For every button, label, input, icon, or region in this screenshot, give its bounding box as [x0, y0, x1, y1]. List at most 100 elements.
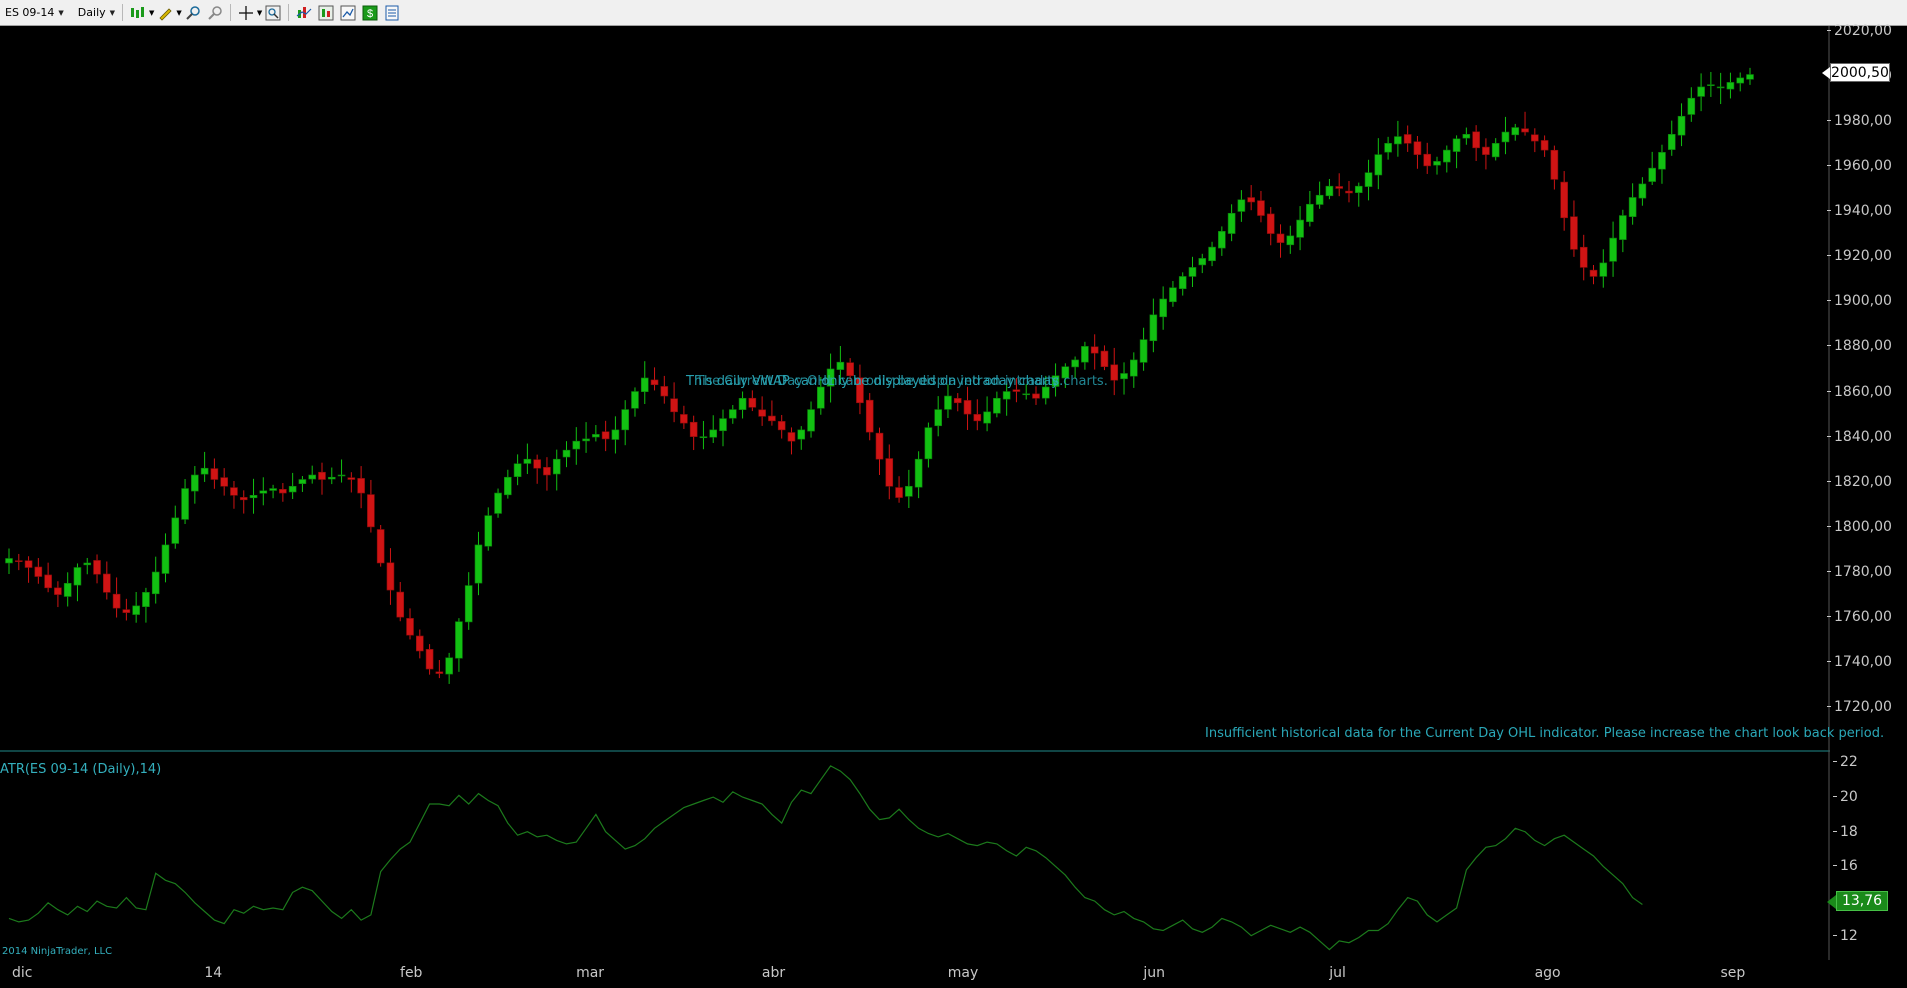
candle-up: [464, 585, 473, 623]
candle-up: [1667, 134, 1676, 150]
candle-up: [562, 449, 571, 458]
candle-down: [777, 421, 786, 431]
candle-up: [1315, 194, 1324, 205]
candle-down: [885, 458, 894, 487]
candle-up: [1491, 143, 1500, 158]
candle-down: [1482, 146, 1490, 155]
candle-down: [865, 399, 874, 433]
date-axis-tick-label: jul: [1329, 965, 1346, 981]
copyright-text: 2014 NinjaTrader, LLC: [2, 946, 113, 957]
indicator-axis-tick-label: 22: [1833, 754, 1858, 771]
candle-up: [631, 391, 639, 409]
candle-up: [259, 490, 268, 494]
price-chart-canvas[interactable]: [0, 0, 1907, 988]
candle-down: [24, 560, 33, 568]
candle-up: [1071, 359, 1079, 368]
candle-up: [552, 458, 561, 475]
candle-up: [1081, 346, 1089, 363]
candle-down: [689, 421, 698, 437]
candle-up: [699, 436, 708, 439]
candle-up: [1159, 298, 1167, 318]
candle-up: [1707, 84, 1715, 86]
candle-down: [415, 635, 424, 652]
candle-down: [601, 431, 610, 440]
price-axis-tick-label: 1840,00: [1827, 428, 1892, 445]
candle-up: [1149, 314, 1158, 342]
candle-down: [1540, 140, 1549, 151]
candle-down: [425, 649, 434, 670]
candle-up: [1354, 185, 1363, 193]
price-axis-tick-label: 1720,00: [1827, 699, 1892, 716]
candle-up: [171, 517, 180, 544]
candle-up: [1198, 258, 1207, 266]
candle-up: [1638, 183, 1647, 199]
last-price-marker: 2000,50: [1822, 63, 1890, 82]
candle-up: [1609, 237, 1617, 262]
candle-down: [34, 566, 43, 577]
candle-down: [1531, 134, 1539, 142]
price-axis-tick-label: 1780,00: [1827, 564, 1892, 580]
candle-up: [523, 458, 532, 464]
candle-down: [1589, 269, 1598, 277]
price-axis-tick-label: 1740,00: [1827, 654, 1892, 671]
price-axis-tick-label: 1980,00: [1827, 112, 1892, 129]
candle-down: [758, 409, 766, 417]
candle-up: [1619, 215, 1627, 240]
candle-up: [1442, 149, 1451, 163]
price-axis-tick-label: 1860,00: [1827, 383, 1892, 400]
candle-down: [210, 468, 219, 480]
candle-down: [895, 487, 903, 498]
candle-down: [44, 574, 52, 589]
candle-down: [386, 562, 395, 591]
candle-up: [63, 582, 72, 597]
candle-down: [1335, 186, 1344, 189]
candle-up: [1022, 393, 1031, 396]
price-axis-tick-label: 1820,00: [1827, 473, 1892, 490]
candle-down: [1579, 246, 1588, 268]
candle-up: [914, 458, 923, 488]
candle-up: [327, 476, 336, 480]
candle-down: [1403, 134, 1412, 144]
candle-down: [875, 432, 884, 460]
candle-up: [1364, 172, 1373, 187]
candle-up: [1296, 219, 1304, 238]
candle-down: [239, 497, 248, 501]
candle-up: [836, 361, 845, 370]
price-axis-tick-label: 1900,00: [1827, 293, 1892, 310]
indicator-axis-tick-label: 20: [1833, 789, 1858, 806]
price-axis-tick-label: 1920,00: [1827, 248, 1892, 265]
candle-up: [1501, 131, 1510, 143]
candle-down: [1560, 181, 1568, 219]
candle-up: [797, 429, 806, 440]
candle-down: [768, 415, 776, 422]
candle-up: [944, 395, 952, 410]
candle-up: [1130, 359, 1138, 377]
candle-up: [1237, 199, 1246, 212]
date-axis-tick-label: sep: [1720, 965, 1746, 981]
candle-down: [357, 478, 365, 494]
candle-up: [582, 438, 590, 442]
candle-up: [474, 544, 483, 584]
candle-up: [1286, 235, 1295, 246]
price-axis-tick-label: 1940,00: [1827, 203, 1892, 219]
candle-up: [298, 479, 307, 485]
candle-down: [318, 471, 326, 480]
candle-up: [719, 418, 727, 432]
candle-down: [1472, 131, 1480, 149]
candle-up: [1736, 77, 1745, 84]
date-axis-tick-label: may: [947, 965, 979, 981]
date-axis-tick-label: mar: [576, 965, 605, 981]
candle-up: [455, 621, 463, 659]
candle-up: [1139, 339, 1148, 363]
candle-down: [14, 560, 23, 562]
candle-up: [1306, 203, 1314, 223]
candle-up: [83, 562, 92, 566]
candle-up: [1687, 97, 1696, 115]
candle-up: [504, 476, 512, 496]
candle-up: [1227, 212, 1236, 234]
candle-up: [817, 386, 825, 409]
candle-up: [142, 592, 150, 608]
atr-line: [8, 765, 1643, 951]
candle-down: [1110, 364, 1119, 381]
candle-down: [220, 477, 228, 487]
